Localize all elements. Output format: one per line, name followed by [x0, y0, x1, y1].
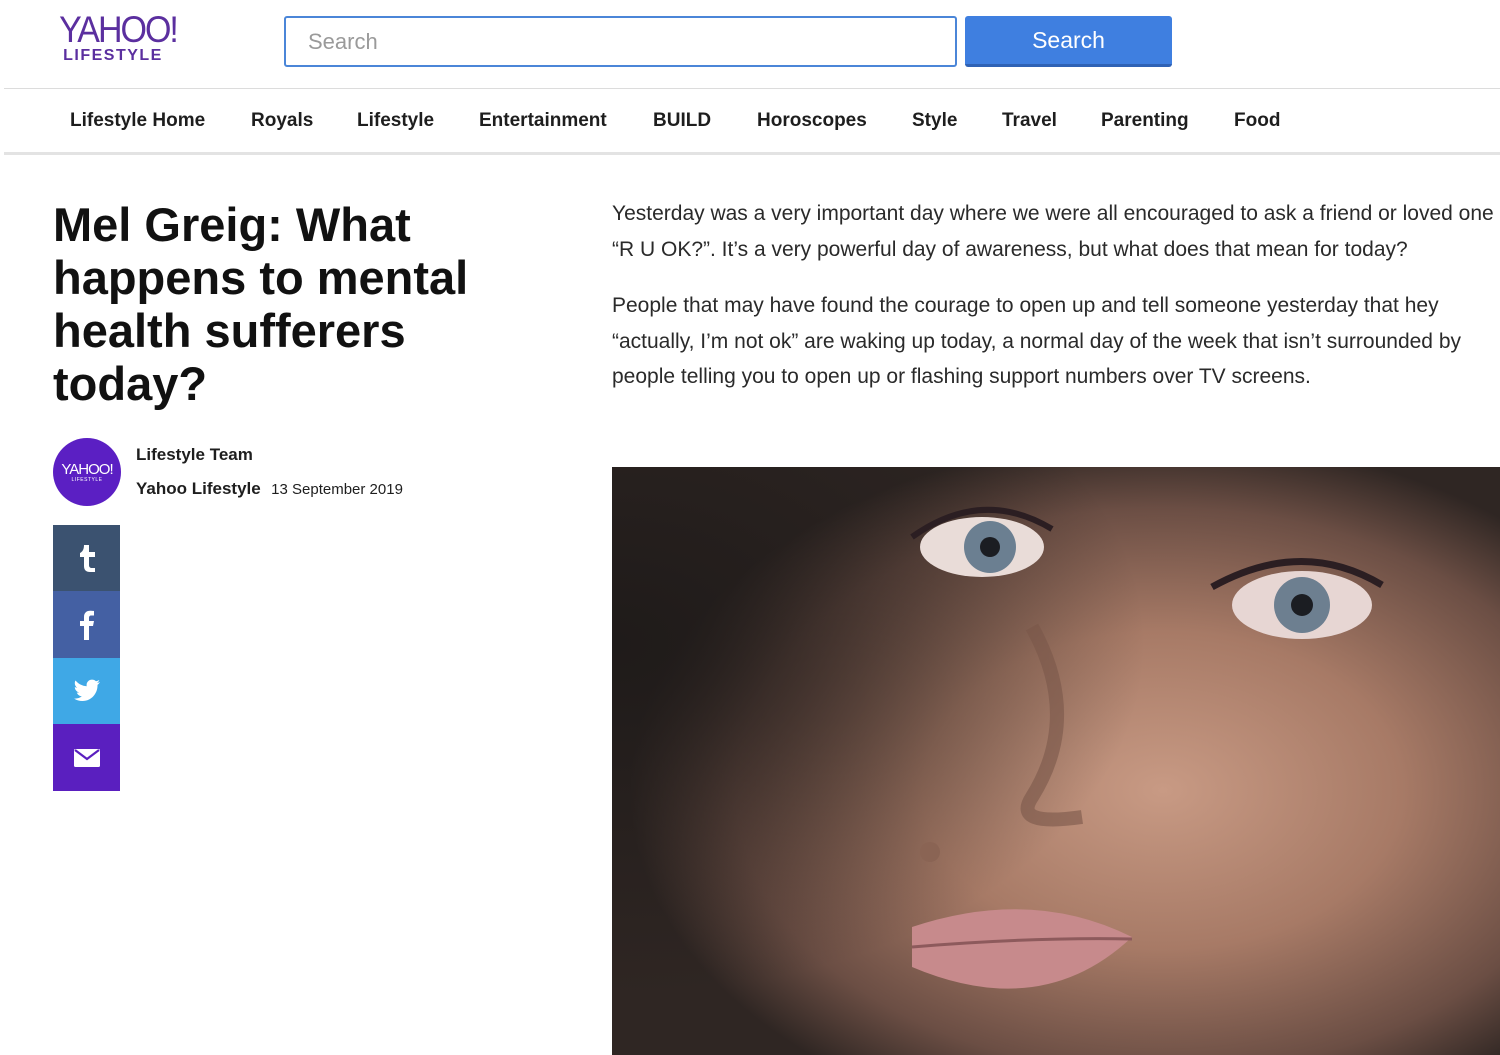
- share-mail-button[interactable]: [53, 724, 120, 791]
- nav-item-travel[interactable]: Travel: [1002, 110, 1057, 132]
- article-paragraph: People that may have found the courage t…: [612, 294, 1461, 388]
- author-name: Lifestyle Team: [136, 445, 253, 464]
- nav-item-horoscopes[interactable]: Horoscopes: [757, 110, 867, 132]
- author-avatar[interactable]: YAHOO! LIFESTYLE: [53, 438, 121, 506]
- publish-date: 13 September 2019: [271, 481, 403, 498]
- share-tumblr-button[interactable]: [53, 525, 120, 591]
- nav-item-entertainment[interactable]: Entertainment: [479, 110, 607, 132]
- nav-item-food[interactable]: Food: [1234, 110, 1280, 132]
- nav-item-lifestyle[interactable]: Lifestyle: [357, 110, 434, 132]
- avatar-wordmark: YAHOO!: [61, 460, 113, 478]
- hero-photo: [612, 467, 1500, 1055]
- nav-item-parenting[interactable]: Parenting: [1101, 110, 1189, 132]
- share-bar: [53, 525, 120, 791]
- article-paragraph: Yesterday was a very important day where…: [612, 202, 1494, 261]
- mail-icon: [73, 748, 100, 767]
- yahoo-lifestyle-logo[interactable]: YAHOO! LIFESTYLE: [48, 9, 188, 68]
- publisher-name: Yahoo Lifestyle: [136, 479, 261, 498]
- search-input[interactable]: [284, 16, 957, 67]
- logo-wordmark: YAHOO!: [59, 9, 179, 51]
- nav-item-style[interactable]: Style: [912, 110, 957, 132]
- nav-item-lifestyle-home[interactable]: Lifestyle Home: [70, 110, 205, 132]
- main-nav: Lifestyle Home Royals Lifestyle Entertai…: [0, 89, 1500, 152]
- article-hero-image: [612, 467, 1500, 1055]
- article-body: Yesterday was a very important day where…: [612, 196, 1500, 416]
- nav-item-build[interactable]: BUILD: [653, 110, 711, 132]
- facebook-icon: [79, 610, 94, 640]
- search-button[interactable]: Search: [965, 16, 1172, 67]
- tumblr-icon: [79, 545, 95, 572]
- byline: Yahoo Lifestyle 13 September 2019: [136, 479, 403, 499]
- avatar-subtitle: LIFESTYLE: [71, 476, 103, 483]
- site-header: YAHOO! LIFESTYLE Search: [0, 0, 1500, 88]
- share-twitter-button[interactable]: [53, 658, 120, 724]
- twitter-icon: [73, 679, 100, 701]
- share-facebook-button[interactable]: [53, 591, 120, 658]
- nav-item-royals[interactable]: Royals: [251, 110, 313, 132]
- nav-divider: [4, 152, 1500, 155]
- article-headline: Mel Greig: What happens to mental health…: [53, 198, 469, 410]
